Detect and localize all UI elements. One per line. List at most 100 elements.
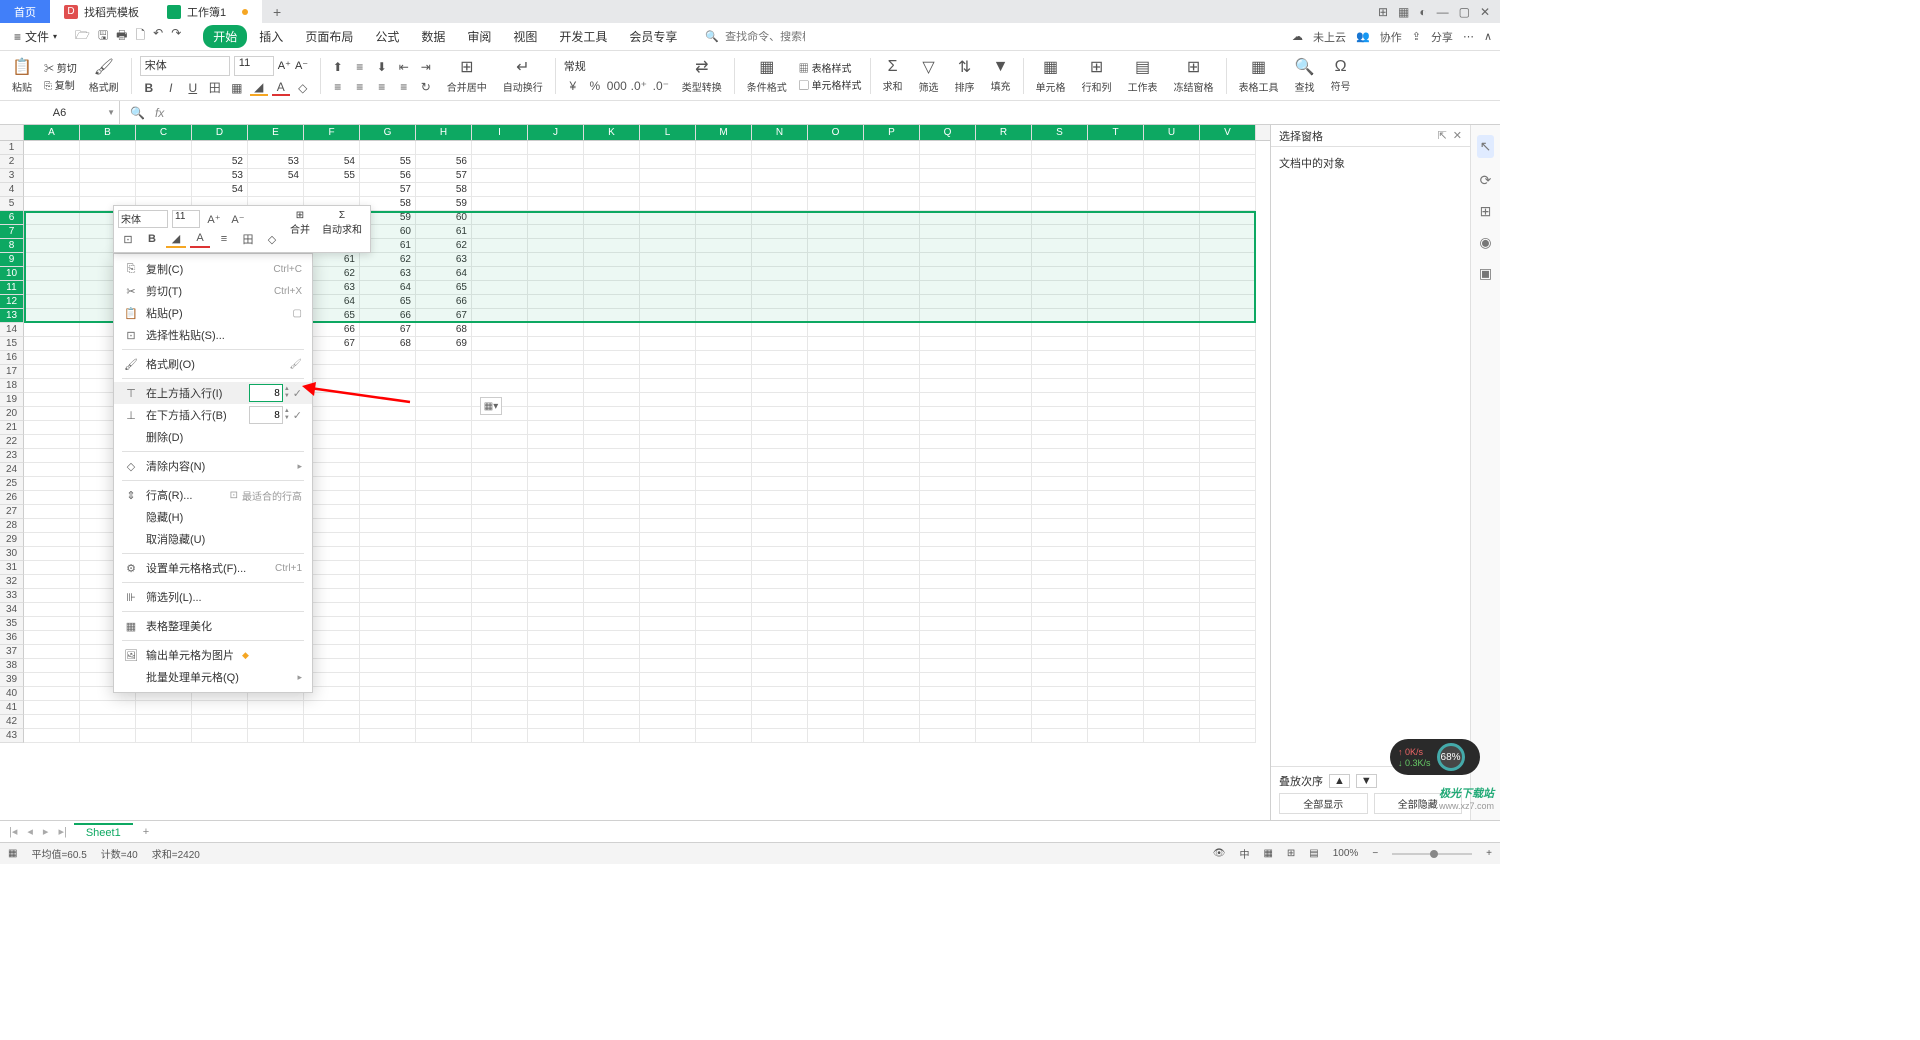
cell[interactable] [248, 183, 304, 197]
cell[interactable] [976, 239, 1032, 253]
cell[interactable] [1200, 337, 1256, 351]
cell[interactable] [696, 141, 752, 155]
row-header[interactable]: 2 [0, 155, 24, 169]
cell[interactable] [1032, 659, 1088, 673]
cell[interactable] [920, 155, 976, 169]
cell[interactable] [360, 547, 416, 561]
cell[interactable] [1088, 449, 1144, 463]
cm-paste-special[interactable]: ⊡选择性粘贴(S)... [114, 324, 312, 346]
cell[interactable] [752, 393, 808, 407]
symbol-button[interactable]: Ω符号 [1327, 58, 1355, 93]
cell[interactable] [416, 617, 472, 631]
cell[interactable] [976, 505, 1032, 519]
cell[interactable] [528, 477, 584, 491]
cell[interactable] [1088, 519, 1144, 533]
cell[interactable] [24, 617, 80, 631]
cell[interactable] [1200, 505, 1256, 519]
cell[interactable] [136, 141, 192, 155]
cell[interactable] [752, 533, 808, 547]
cell[interactable] [584, 421, 640, 435]
cell[interactable] [528, 337, 584, 351]
cell[interactable] [1144, 155, 1200, 169]
cell[interactable] [1032, 673, 1088, 687]
cell[interactable] [416, 435, 472, 449]
cell[interactable] [192, 141, 248, 155]
col-header[interactable]: T [1088, 125, 1144, 140]
tab-template[interactable]: D 找稻壳模板 [50, 0, 153, 23]
cell[interactable] [920, 547, 976, 561]
cell[interactable] [1032, 533, 1088, 547]
cell[interactable] [640, 491, 696, 505]
cell[interactable] [864, 337, 920, 351]
cell[interactable] [304, 141, 360, 155]
cell[interactable] [920, 211, 976, 225]
cell[interactable] [1144, 309, 1200, 323]
cell[interactable] [976, 547, 1032, 561]
cell[interactable] [976, 715, 1032, 729]
cell[interactable] [24, 645, 80, 659]
cell[interactable] [640, 533, 696, 547]
mini-align-button[interactable]: ≡ [214, 230, 234, 248]
cell[interactable] [584, 337, 640, 351]
cell[interactable] [584, 239, 640, 253]
cell[interactable] [528, 687, 584, 701]
merge-button[interactable]: ⊞合并居中 [443, 57, 491, 94]
cell[interactable] [416, 659, 472, 673]
cell[interactable] [1088, 687, 1144, 701]
cell[interactable] [808, 183, 864, 197]
cell[interactable] [472, 463, 528, 477]
cell[interactable] [976, 183, 1032, 197]
row-header[interactable]: 17 [0, 365, 24, 379]
cell[interactable] [1088, 477, 1144, 491]
cell[interactable] [1032, 645, 1088, 659]
close-pane-icon[interactable]: ✕ [1453, 129, 1462, 142]
cell[interactable] [584, 477, 640, 491]
cell[interactable] [640, 673, 696, 687]
cell[interactable] [528, 491, 584, 505]
cell[interactable] [1200, 295, 1256, 309]
cell[interactable] [1200, 267, 1256, 281]
cell[interactable] [472, 687, 528, 701]
cell[interactable] [808, 519, 864, 533]
cell[interactable] [920, 337, 976, 351]
cell[interactable] [1032, 253, 1088, 267]
sheet-nav-next[interactable]: ▸ [40, 825, 52, 838]
cell[interactable] [80, 729, 136, 743]
cell[interactable] [416, 379, 472, 393]
cell[interactable] [24, 239, 80, 253]
cell[interactable] [1144, 435, 1200, 449]
cell[interactable] [696, 337, 752, 351]
cell[interactable] [1088, 547, 1144, 561]
cell[interactable] [24, 435, 80, 449]
cell[interactable] [528, 603, 584, 617]
cell[interactable] [808, 463, 864, 477]
cell[interactable] [1088, 379, 1144, 393]
cell[interactable] [808, 309, 864, 323]
cell[interactable] [528, 309, 584, 323]
cell[interactable] [584, 603, 640, 617]
fill-color-button[interactable]: ◢ [250, 80, 268, 96]
cell[interactable] [976, 491, 1032, 505]
cell[interactable] [584, 155, 640, 169]
cell[interactable] [640, 449, 696, 463]
cell[interactable] [808, 267, 864, 281]
number-format-select[interactable]: 常规 [564, 58, 654, 74]
cell[interactable] [1032, 183, 1088, 197]
cell[interactable] [752, 463, 808, 477]
col-header[interactable]: Q [920, 125, 976, 140]
row-header[interactable]: 19 [0, 393, 24, 407]
cell[interactable] [472, 337, 528, 351]
col-header[interactable]: K [584, 125, 640, 140]
cell[interactable] [360, 603, 416, 617]
cell[interactable] [1200, 379, 1256, 393]
cm-cell-format[interactable]: ⚙设置单元格格式(F)...Ctrl+1 [114, 557, 312, 579]
cell[interactable] [976, 155, 1032, 169]
cell[interactable] [1200, 729, 1256, 743]
cell[interactable] [640, 169, 696, 183]
cell[interactable] [360, 617, 416, 631]
cell[interactable] [640, 645, 696, 659]
row-header[interactable]: 8 [0, 239, 24, 253]
cell[interactable] [920, 435, 976, 449]
cell[interactable] [416, 589, 472, 603]
cell[interactable] [864, 659, 920, 673]
